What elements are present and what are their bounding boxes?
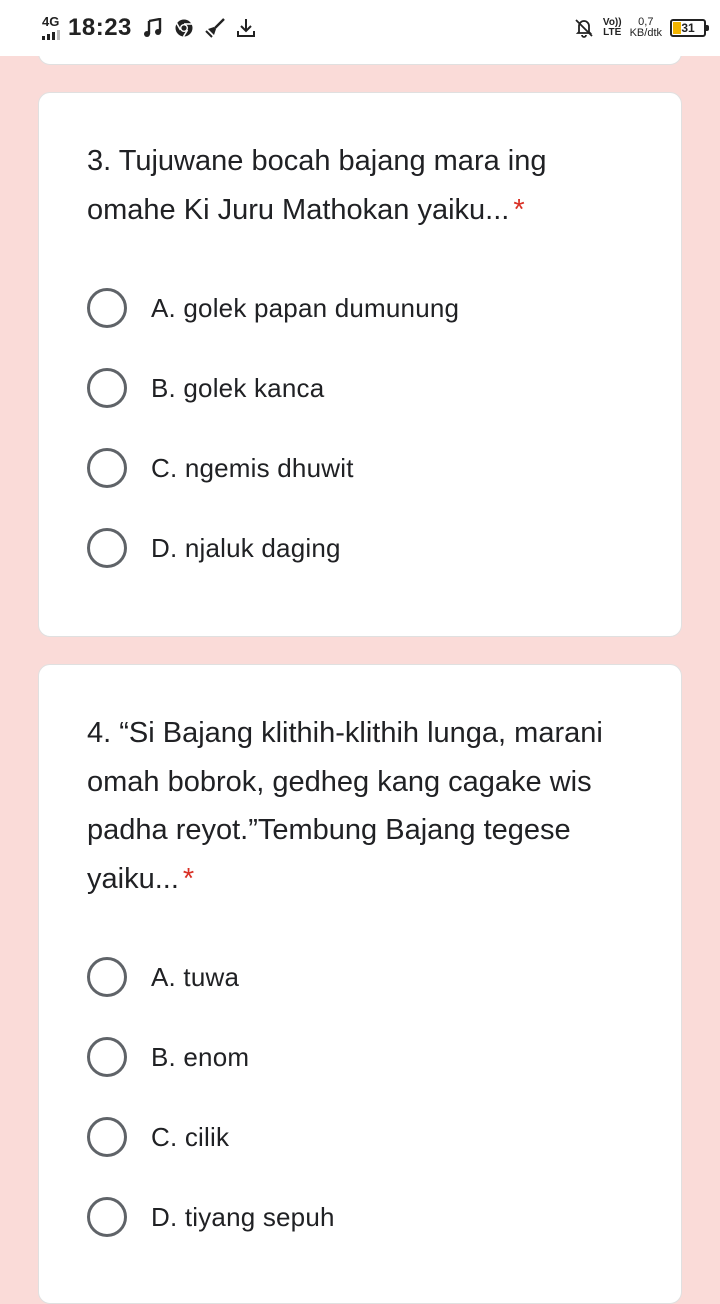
- radio-option[interactable]: A. tuwa: [87, 937, 633, 1017]
- radio-button[interactable]: [87, 1197, 127, 1237]
- cellular-signal-icon: 4G: [42, 14, 60, 40]
- radio-button[interactable]: [87, 528, 127, 568]
- radio-option[interactable]: A. golek papan dumunung: [87, 268, 633, 348]
- radio-button[interactable]: [87, 957, 127, 997]
- volte-indicator: Vo)) LTE: [602, 17, 622, 38]
- option-label: A. golek papan dumunung: [151, 292, 460, 323]
- clock: 18:23: [68, 14, 132, 41]
- battery-percentage: 31: [681, 21, 695, 35]
- radio-group: A. golek papan dumunung B. golek kanca C…: [87, 268, 633, 588]
- music-note-icon: [142, 17, 164, 39]
- battery-icon: 31: [670, 19, 709, 37]
- question-title: 3. Tujuwane bocah bajang mara ing omahe …: [87, 137, 633, 234]
- required-asterisk: *: [513, 193, 525, 226]
- question-text: 3. Tujuwane bocah bajang mara ing omahe …: [87, 145, 547, 226]
- question-title: 4. “Si Bajang klithih-klithih lunga, mar…: [87, 709, 633, 903]
- radio-button[interactable]: [87, 448, 127, 488]
- option-label: C. cilik: [151, 1121, 230, 1152]
- option-label: B. enom: [151, 1041, 250, 1072]
- radio-group: A. tuwa B. enom C. cilik D. tiyang sepuh: [87, 937, 633, 1257]
- radio-option[interactable]: D. njaluk daging: [87, 508, 633, 588]
- radio-button[interactable]: [87, 368, 127, 408]
- network-speed: 0,7 KB/dtk: [629, 16, 662, 39]
- radio-button[interactable]: [87, 288, 127, 328]
- cleaner-broom-icon: [204, 17, 226, 39]
- bell-off-icon: [573, 17, 595, 39]
- radio-option[interactable]: C. ngemis dhuwit: [87, 428, 633, 508]
- option-label: A. tuwa: [151, 961, 240, 992]
- question-card: 4. “Si Bajang klithih-klithih lunga, mar…: [38, 664, 682, 1304]
- question-text: 4. “Si Bajang klithih-klithih lunga, mar…: [87, 717, 603, 895]
- download-icon: [235, 17, 257, 39]
- required-asterisk: *: [182, 862, 195, 895]
- radio-option[interactable]: C. cilik: [87, 1097, 633, 1177]
- option-label: D. tiyang sepuh: [151, 1201, 335, 1232]
- radio-button[interactable]: [87, 1037, 127, 1077]
- radio-option[interactable]: D. tiyang sepuh: [87, 1177, 633, 1257]
- status-bar: 4G 18:23 Vo)) LTE 0,7 KB/dtk 31: [0, 0, 720, 56]
- radio-option[interactable]: B. golek kanca: [87, 348, 633, 428]
- question-card: 3. Tujuwane bocah bajang mara ing omahe …: [38, 92, 682, 637]
- chrome-icon: [173, 17, 195, 39]
- network-type: 4G: [42, 14, 60, 29]
- radio-option[interactable]: B. enom: [87, 1017, 633, 1097]
- option-label: C. ngemis dhuwit: [151, 452, 354, 483]
- option-label: D. njaluk daging: [151, 532, 341, 563]
- radio-button[interactable]: [87, 1117, 127, 1157]
- option-label: B. golek kanca: [151, 372, 325, 403]
